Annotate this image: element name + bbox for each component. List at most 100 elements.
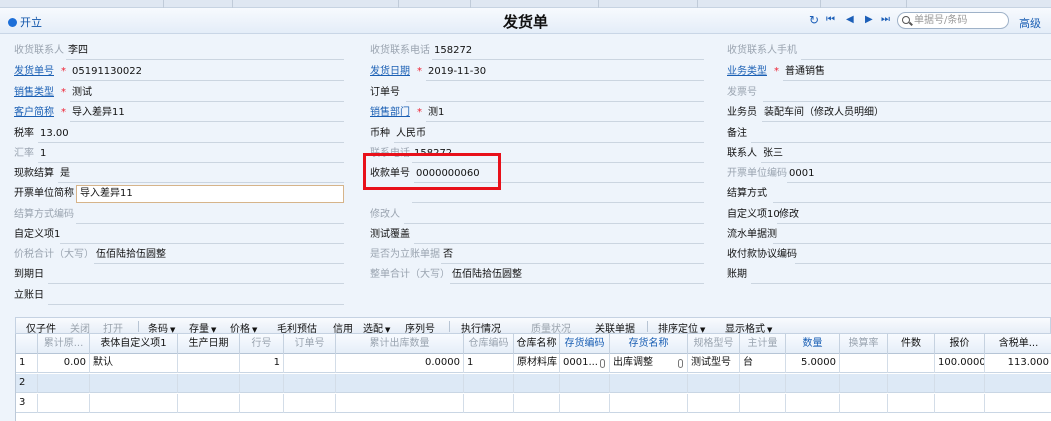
column-header[interactable]: 累计原... xyxy=(38,334,90,354)
due-date-field[interactable]: 到期日 xyxy=(14,266,344,284)
field-label[interactable]: 业务类型 xyxy=(727,64,767,80)
table-cell[interactable] xyxy=(90,394,178,413)
table-cell[interactable]: 0.00 xyxy=(38,354,90,373)
table-cell[interactable] xyxy=(935,374,985,393)
column-header[interactable]: 仓库名称 xyxy=(514,334,560,354)
table-cell[interactable] xyxy=(560,374,610,393)
display-format-button[interactable]: 显示格式 ▼ xyxy=(725,320,772,335)
table-cell[interactable]: 测试型号 xyxy=(688,354,740,373)
execution-button[interactable]: 执行情况 xyxy=(461,320,501,335)
column-header[interactable]: 换算率 xyxy=(840,334,888,354)
table-cell[interactable] xyxy=(840,374,888,393)
tax-rate-field[interactable]: 税率 13.00 xyxy=(14,125,344,143)
table-cell[interactable] xyxy=(240,374,284,393)
table-cell[interactable] xyxy=(786,394,840,413)
table-cell[interactable] xyxy=(610,394,688,413)
column-header[interactable]: 仓库编码 xyxy=(464,334,514,354)
next-record-icon[interactable]: ▶ xyxy=(865,13,873,27)
serial-no-button[interactable]: 序列号 xyxy=(405,320,435,335)
table-cell[interactable] xyxy=(740,394,786,413)
column-header[interactable]: 存货编码 xyxy=(560,334,610,354)
table-cell[interactable] xyxy=(688,394,740,413)
table-cell[interactable]: 原材料库 xyxy=(514,354,560,373)
table-cell[interactable]: 5.0000 xyxy=(786,354,840,373)
close-button[interactable]: 关闭 xyxy=(70,320,90,335)
table-cell[interactable]: 0.0000 xyxy=(336,354,464,373)
table-cell[interactable] xyxy=(985,394,1051,413)
whole-total-field[interactable]: 整单合计（大写） 伍佰陆拾伍圆整 xyxy=(370,266,704,284)
column-header[interactable]: 规格型号 xyxy=(688,334,740,354)
custom10-field[interactable]: 自定义项10 修改 xyxy=(727,206,1051,224)
table-cell[interactable] xyxy=(240,394,284,413)
refresh-icon[interactable]: ↻ xyxy=(809,13,819,27)
account-date-field[interactable]: 立账日 xyxy=(14,287,344,305)
table-cell[interactable] xyxy=(514,394,560,413)
invoice-unit-abbr-input[interactable]: 导入差异11 xyxy=(76,185,344,203)
settle-code-field[interactable]: 结算方式编码 xyxy=(14,206,344,224)
table-cell[interactable] xyxy=(786,374,840,393)
total-words-field[interactable]: 价税合计（大写） 伍佰陆拾伍圆整 xyxy=(14,246,344,264)
column-header[interactable]: 生产日期 xyxy=(178,334,240,354)
table-cell[interactable]: 1 xyxy=(464,354,514,373)
column-header[interactable]: 件数 xyxy=(888,334,935,354)
currency-field[interactable]: 币种 人民币 xyxy=(370,125,704,143)
table-cell[interactable] xyxy=(178,374,240,393)
column-header[interactable]: 订单号 xyxy=(284,334,336,354)
table-cell[interactable] xyxy=(464,394,514,413)
table-cell[interactable] xyxy=(38,374,90,393)
table-cell[interactable] xyxy=(985,374,1051,393)
prev-record-icon[interactable]: ◀ xyxy=(846,13,854,27)
sales-type-field[interactable]: 销售类型 * 测试 xyxy=(14,84,344,102)
customer-abbr-field[interactable]: 客户简称 * 导入差异11 xyxy=(14,104,344,122)
table-row[interactable]: 2 xyxy=(16,374,1051,393)
table-cell[interactable]: 1 xyxy=(240,354,284,373)
salesman-field[interactable]: 业务员 装配车间（修改人员明细） xyxy=(727,104,1051,122)
price-button[interactable]: 价格 ▼ xyxy=(230,320,257,335)
barcode-button[interactable]: 条码 ▼ xyxy=(148,320,175,335)
table-cell[interactable] xyxy=(90,374,178,393)
table-cell[interactable]: 出库调整 xyxy=(610,354,688,373)
column-header[interactable]: 存货名称 xyxy=(610,334,688,354)
table-cell[interactable]: 100.000000 xyxy=(935,354,985,373)
table-cell[interactable] xyxy=(935,394,985,413)
custom1-field[interactable]: 自定义项1 xyxy=(14,226,344,244)
column-header[interactable]: 累计出库数量 xyxy=(336,334,464,354)
remark-field[interactable]: 备注 xyxy=(727,125,1051,143)
quality-button[interactable]: 质量状况 xyxy=(531,320,571,335)
receiver-phone-field[interactable]: 收货联系电话 158272 xyxy=(370,42,704,60)
column-header[interactable]: 主计量 xyxy=(740,334,786,354)
column-header[interactable]: 行号 xyxy=(240,334,284,354)
sales-dept-field[interactable]: 销售部门 * 测1 xyxy=(370,104,704,122)
account-period-field[interactable]: 账期 xyxy=(727,266,1051,284)
table-cell[interactable] xyxy=(888,394,935,413)
field-label[interactable]: 发货单号 xyxy=(14,64,54,80)
invoice-unit-abbr-field[interactable]: 开票单位简称 导入差异11 xyxy=(14,185,344,203)
column-header[interactable]: 数量 xyxy=(786,334,840,354)
ship-no-field[interactable]: 发货单号 * 05191130022 xyxy=(14,63,344,81)
table-row[interactable]: 1 0.00 默认 1 0.0000 1 原材料库 0001... 出库调整 测试型号 台 5.000… xyxy=(16,354,1051,373)
table-cell[interactable] xyxy=(38,394,90,413)
table-cell[interactable]: 台 xyxy=(740,354,786,373)
test-cover-field[interactable]: 测试覆盖 xyxy=(370,226,704,244)
table-cell[interactable] xyxy=(840,354,888,373)
column-header[interactable]: 报价 xyxy=(935,334,985,354)
attachment-icon[interactable] xyxy=(678,359,683,368)
credit-button[interactable]: 信用 xyxy=(333,320,353,335)
table-cell[interactable] xyxy=(178,394,240,413)
child-only-button[interactable]: 仅子件 xyxy=(26,320,56,335)
table-cell[interactable] xyxy=(888,374,935,393)
attachment-icon[interactable] xyxy=(600,359,605,368)
table-cell[interactable] xyxy=(888,354,935,373)
receiver-mobile-field[interactable]: 收货联系人手机 xyxy=(727,42,1051,60)
gross-profit-button[interactable]: 毛利预估 xyxy=(277,320,317,335)
cash-settle-field[interactable]: 现款结算是 xyxy=(14,165,344,183)
open-button[interactable]: 开立 xyxy=(8,14,42,30)
contact-person-field[interactable]: 联系人 张三 xyxy=(727,145,1051,163)
table-cell[interactable] xyxy=(688,374,740,393)
field-label[interactable]: 销售部门 xyxy=(370,105,410,121)
table-row[interactable]: 3 xyxy=(16,394,1051,413)
sort-locate-button[interactable]: 排序定位 ▼ xyxy=(658,320,705,335)
option-config-button[interactable]: 选配 ▼ xyxy=(363,320,390,335)
advanced-link[interactable]: 高级 xyxy=(1019,15,1041,31)
search-input[interactable]: 单据号/条码 xyxy=(897,12,1009,29)
